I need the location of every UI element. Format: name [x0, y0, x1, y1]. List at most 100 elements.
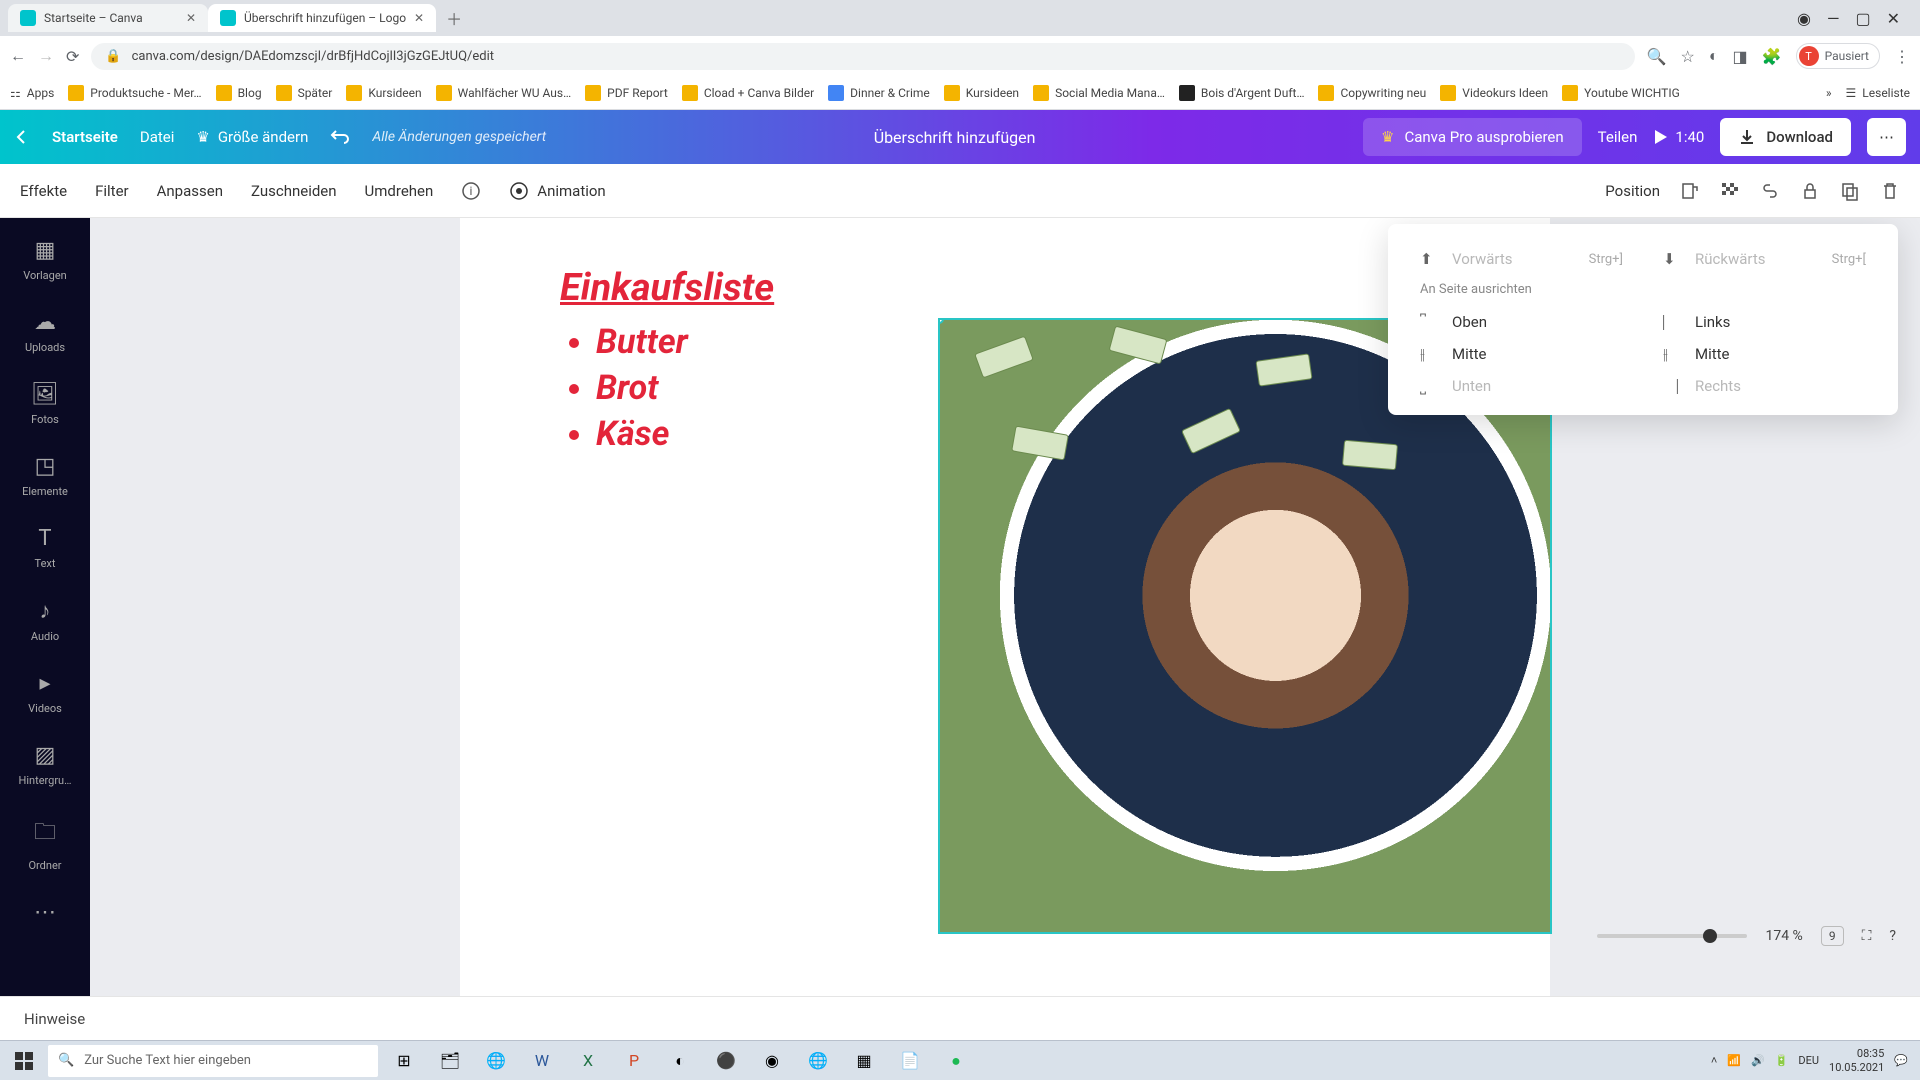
close-icon[interactable]: ✕: [186, 11, 196, 25]
align-top[interactable]: ⎴Oben: [1420, 313, 1623, 331]
file-menu[interactable]: Datei: [140, 128, 175, 146]
rail-background[interactable]: ▨Hintergru…: [0, 729, 90, 801]
chrome-icon[interactable]: ◉: [750, 1041, 794, 1081]
explorer-icon[interactable]: 🗂: [428, 1041, 472, 1081]
wifi-icon[interactable]: 📶: [1727, 1054, 1741, 1067]
rail-templates[interactable]: ▦Vorlagen: [0, 224, 90, 296]
reading-list[interactable]: ☰Leseliste: [1846, 86, 1910, 100]
zoom-value[interactable]: 174 %: [1765, 928, 1802, 944]
page-grid-button[interactable]: 9: [1821, 926, 1844, 946]
extension-icon[interactable]: ◐: [1709, 46, 1719, 66]
bookmark-item[interactable]: Später: [276, 85, 333, 101]
design-page[interactable]: Einkaufsliste Butter Brot Käse: [460, 218, 1550, 996]
try-pro-button[interactable]: ♛ Canva Pro ausprobieren: [1363, 118, 1582, 156]
language-indicator[interactable]: DEU: [1798, 1054, 1819, 1067]
duplicate-icon[interactable]: [1840, 181, 1860, 201]
delete-icon[interactable]: [1880, 181, 1900, 201]
word-icon[interactable]: W: [520, 1041, 564, 1081]
app-icon[interactable]: ▦: [842, 1041, 886, 1081]
edge-icon[interactable]: 🌐: [474, 1041, 518, 1081]
crop-button[interactable]: Zuschneiden: [251, 182, 337, 200]
bookmark-item[interactable]: Social Media Mana…: [1033, 85, 1165, 101]
back-home-button[interactable]: [14, 129, 30, 145]
bookmark-item[interactable]: Wahlfächer WU Aus…: [436, 85, 572, 101]
clock[interactable]: 08:35 10.05.2021: [1829, 1047, 1884, 1073]
start-button[interactable]: [4, 1041, 44, 1081]
taskbar-search[interactable]: 🔍 Zur Suche Text hier eingeben: [48, 1045, 378, 1077]
notifications-icon[interactable]: 💬: [1894, 1054, 1908, 1067]
align-middle-v[interactable]: ⫲Mitte: [1420, 345, 1623, 363]
animation-button[interactable]: Animation: [509, 181, 605, 201]
user-badge[interactable]: T Pausiert: [1796, 43, 1880, 69]
document-title[interactable]: Überschrift hinzufügen: [874, 128, 1036, 147]
app-icon[interactable]: ◐: [658, 1041, 702, 1081]
bookmark-item[interactable]: PDF Report: [585, 85, 668, 101]
forward-button[interactable]: →: [38, 46, 54, 66]
back-button[interactable]: ←: [10, 46, 26, 66]
bookmark-overflow[interactable]: »: [1826, 86, 1832, 100]
notepad-icon[interactable]: 📄: [888, 1041, 932, 1081]
fullscreen-icon[interactable]: ⛶: [1862, 928, 1872, 944]
effects-button[interactable]: Effekte: [20, 182, 67, 200]
play-button[interactable]: 1:40: [1653, 128, 1704, 146]
edge2-icon[interactable]: 🌐: [796, 1041, 840, 1081]
reload-button[interactable]: ⟳: [66, 47, 79, 66]
copy-style-icon[interactable]: [1680, 181, 1700, 201]
rail-videos[interactable]: ▸Videos: [0, 657, 90, 729]
download-button[interactable]: Download: [1720, 118, 1851, 156]
browser-tab-active[interactable]: Überschrift hinzufügen – Logo ✕: [208, 4, 436, 32]
help-icon[interactable]: ?: [1889, 928, 1896, 944]
zoom-icon[interactable]: 🔍: [1647, 47, 1667, 66]
more-menu-button[interactable]: ⋯: [1867, 118, 1906, 156]
rail-more[interactable]: ⋯: [0, 886, 90, 939]
close-icon[interactable]: ✕: [414, 11, 424, 25]
rail-elements[interactable]: ◳Elemente: [0, 440, 90, 512]
resize-button[interactable]: ♛Größe ändern: [196, 128, 308, 146]
bookmark-item[interactable]: Copywriting neu: [1318, 85, 1426, 101]
close-window-icon[interactable]: ✕: [1887, 9, 1900, 28]
battery-icon[interactable]: 🔋: [1775, 1054, 1789, 1067]
rail-uploads[interactable]: ☁Uploads: [0, 296, 90, 368]
adjust-button[interactable]: Anpassen: [157, 182, 223, 200]
bookmark-item[interactable]: Produktsuche - Mer…: [68, 85, 201, 101]
share-button[interactable]: Teilen: [1598, 128, 1638, 146]
star-icon[interactable]: ☆: [1681, 47, 1695, 66]
rail-audio[interactable]: ♪Audio: [0, 584, 90, 657]
maximize-icon[interactable]: ▢: [1855, 9, 1870, 28]
bookmark-item[interactable]: Kursideen: [944, 85, 1019, 101]
rail-text[interactable]: TText: [0, 512, 90, 584]
extensions-icon[interactable]: 🧩: [1762, 47, 1782, 66]
undo-button[interactable]: [330, 127, 350, 147]
task-view-icon[interactable]: ⊞: [382, 1041, 426, 1081]
bookmark-item[interactable]: Bois d'Argent Duft…: [1179, 85, 1305, 101]
bookmark-item[interactable]: Dinner & Crime: [828, 85, 930, 101]
extension-icon[interactable]: ◨: [1733, 47, 1748, 66]
volume-icon[interactable]: 🔊: [1751, 1054, 1765, 1067]
flip-button[interactable]: Umdrehen: [365, 182, 434, 200]
zoom-slider[interactable]: [1597, 934, 1747, 938]
bookmark-item[interactable]: Youtube WICHTIG: [1562, 85, 1680, 101]
transparency-icon[interactable]: [1720, 181, 1740, 201]
position-button[interactable]: Position: [1605, 182, 1660, 200]
bookmark-item[interactable]: Blog: [216, 85, 262, 101]
canvas-area[interactable]: Einkaufsliste Butter Brot Käse: [90, 218, 1920, 996]
info-icon[interactable]: i: [461, 181, 481, 201]
filter-button[interactable]: Filter: [95, 182, 129, 200]
text-block[interactable]: Einkaufsliste Butter Brot Käse: [560, 266, 774, 458]
obs-icon[interactable]: ⚫: [704, 1041, 748, 1081]
notes-bar[interactable]: Hinweise: [0, 996, 1920, 1040]
rail-photos[interactable]: 🖼Fotos: [0, 368, 90, 440]
bookmark-item[interactable]: Videokurs Ideen: [1440, 85, 1548, 101]
link-icon[interactable]: [1760, 181, 1780, 201]
home-link[interactable]: Startseite: [52, 128, 118, 146]
spotify-icon[interactable]: ●: [934, 1041, 978, 1081]
bookmark-item[interactable]: ⚏Apps: [10, 86, 54, 100]
url-input[interactable]: 🔒 canva.com/design/DAEdomzscjI/drBfjHdCo…: [91, 43, 1634, 70]
slider-thumb[interactable]: [1703, 929, 1717, 943]
minimize-icon[interactable]: —: [1827, 9, 1840, 28]
bookmark-item[interactable]: Kursideen: [346, 85, 421, 101]
new-tab-button[interactable]: ＋: [436, 2, 472, 34]
powerpoint-icon[interactable]: P: [612, 1041, 656, 1081]
excel-icon[interactable]: X: [566, 1041, 610, 1081]
browser-tab[interactable]: Startseite – Canva ✕: [8, 4, 208, 32]
